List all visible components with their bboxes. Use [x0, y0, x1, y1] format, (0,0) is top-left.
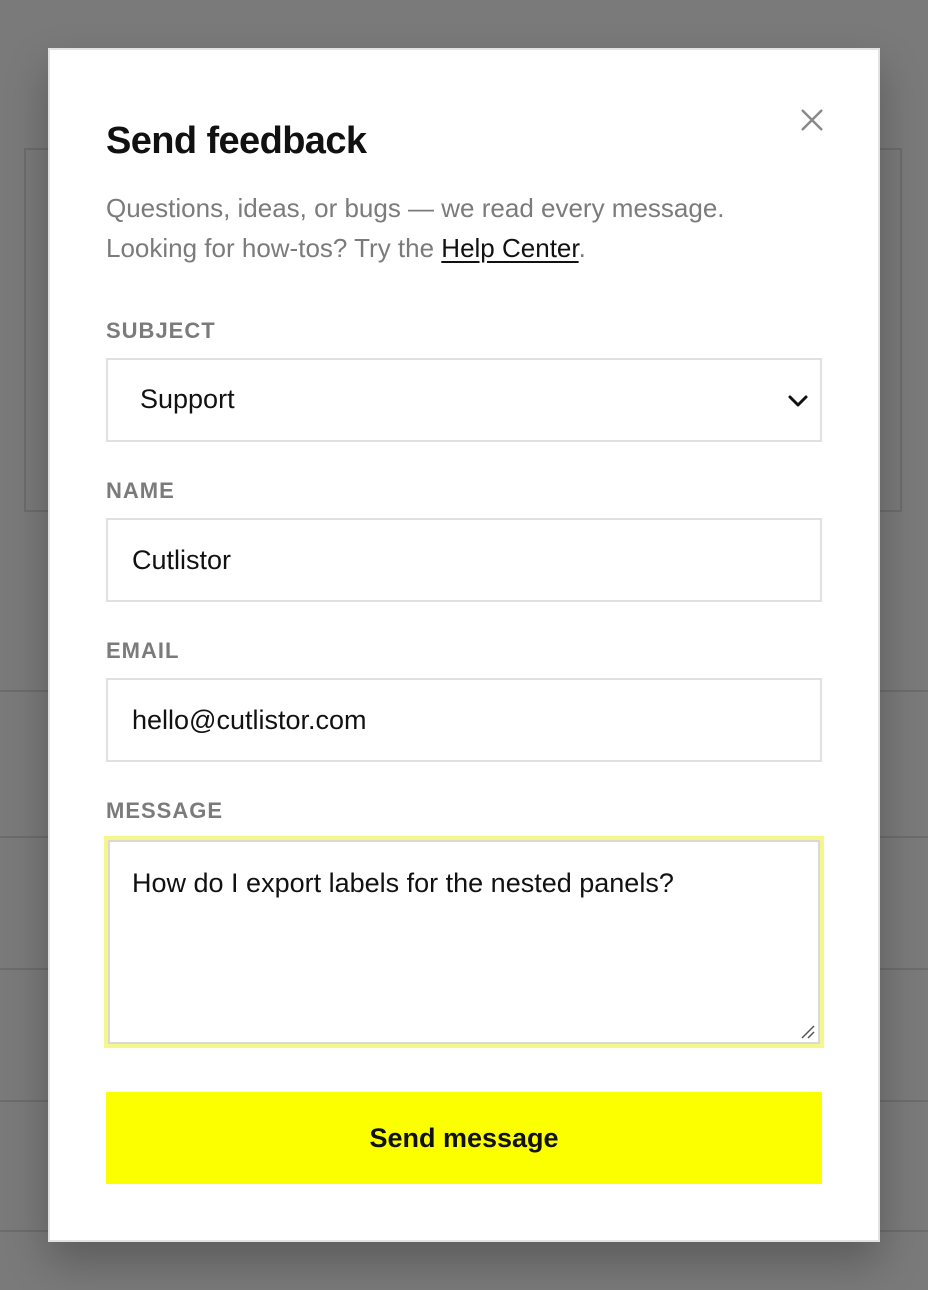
- intro-line-2-prefix: Looking for how-tos? Try the: [106, 233, 442, 263]
- feedback-modal: Send feedback Questions, ideas, or bugs …: [48, 48, 880, 1242]
- intro-line-2-suffix: .: [578, 233, 586, 263]
- email-label: EMAIL: [106, 638, 180, 663]
- close-icon: [801, 109, 823, 131]
- modal-title: Send feedback: [106, 120, 367, 162]
- help-center-link[interactable]: Help Center: [441, 233, 578, 263]
- intro-line-1: Questions, ideas, or bugs — we read ever…: [106, 193, 725, 223]
- modal-intro: Questions, ideas, or bugs — we read ever…: [106, 188, 826, 268]
- subject-select[interactable]: Support: [106, 358, 822, 442]
- subject-label: SUBJECT: [106, 318, 216, 343]
- name-field[interactable]: [106, 518, 822, 602]
- chevron-down-icon: [788, 395, 808, 407]
- resize-handle-icon[interactable]: [798, 1022, 816, 1040]
- name-label: NAME: [106, 478, 175, 503]
- subject-select-value: Support: [140, 384, 235, 414]
- message-focus-ring: How do I export labels for the nested pa…: [104, 836, 824, 1048]
- email-field[interactable]: [106, 678, 822, 762]
- message-textarea[interactable]: How do I export labels for the nested pa…: [108, 840, 820, 1044]
- send-message-button[interactable]: Send message: [106, 1092, 822, 1184]
- message-label: MESSAGE: [106, 798, 224, 823]
- close-button[interactable]: [794, 102, 830, 138]
